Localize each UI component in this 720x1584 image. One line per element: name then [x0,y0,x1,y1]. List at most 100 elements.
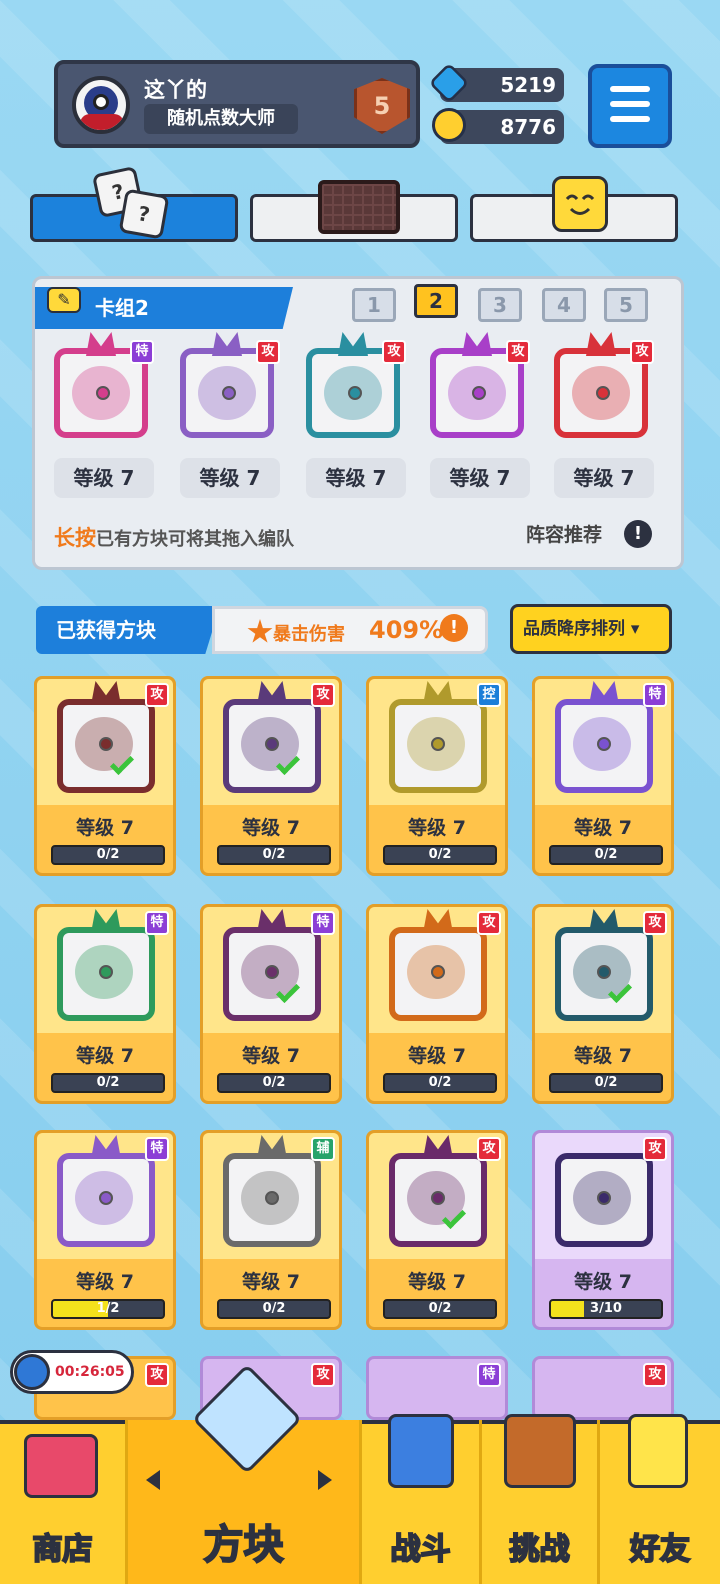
owned-block-card[interactable]: 特 等级 7 0/2 [34,904,176,1104]
stopwatch-icon [14,1354,50,1390]
board-grid-icon [318,180,400,234]
block-type-tag: 特 [145,911,169,935]
block-frame [57,699,155,793]
upgrade-progress-bar: 0/2 [217,1073,331,1093]
nav-challenge[interactable]: 挑战 [482,1414,600,1584]
nav-blocks[interactable]: 方块 [128,1363,362,1584]
block-level: 等级 7 [574,1045,632,1067]
nav-shop[interactable]: 商店 [0,1420,128,1584]
owned-block-card[interactable]: 攻 等级 7 0/2 [366,904,508,1104]
owned-block-card[interactable]: 攻 等级 7 0/2 [532,904,674,1104]
owned-block-card[interactable]: 特 等级 7 1/2 [34,1130,176,1330]
block-type-tag: 攻 [382,340,406,364]
upgrade-progress-bar: 0/2 [383,1299,497,1319]
block-frame [389,927,487,1021]
deck-card[interactable]: 攻 [426,332,530,442]
dragon-crest-icon [257,681,287,705]
block-type-tag: 特 [643,683,667,707]
block-frame [223,1153,321,1247]
profile-panel[interactable]: 这丫的 随机点数大师 5 [54,60,420,148]
prev-arrow-icon[interactable] [146,1470,160,1490]
friend-character-icon [628,1414,688,1488]
nav-friends[interactable]: 好友 [600,1414,720,1584]
owned-block-card[interactable]: 控 等级 7 0/2 [366,676,508,876]
owned-block-card[interactable]: 辅 等级 7 0/2 [200,1130,342,1330]
owned-block-card[interactable]: 攻 等级 7 3/10 [532,1130,674,1330]
block-frame [555,927,653,1021]
block-frame [555,699,653,793]
owned-block-card[interactable]: 攻 等级 7 0/2 [200,676,342,876]
dragon-crest-icon [423,1135,453,1159]
block-type-tag: 特 [477,1363,501,1387]
owned-block-card[interactable]: 攻 等级 7 0/2 [366,1130,508,1330]
player-name: 这丫的 [144,78,207,102]
block-frame [223,699,321,793]
lineup-recommend-link[interactable]: 阵容推荐 [526,520,602,547]
block-type-tag: 特 [130,340,154,364]
upgrade-progress-bar: 0/2 [217,1299,331,1319]
block-level: 等级 7 [574,817,632,839]
upgrade-progress-bar: 0/2 [51,845,165,865]
dragon-crest-icon [91,1135,121,1159]
block-type-tag: 攻 [477,911,501,935]
deck-tab-5[interactable]: 5 [604,288,648,322]
owned-blocks-title: 已获得方块 [36,606,220,654]
block-type-tag: 攻 [311,683,335,707]
owned-block-card[interactable]: 特 等级 7 0/2 [532,676,674,876]
avatar[interactable] [72,76,130,134]
crit-value: 409% [369,616,444,644]
rank-badge-icon: 5 [354,78,410,134]
block-frame [389,1153,487,1247]
block-type-tag: 攻 [256,340,280,364]
deck-card[interactable]: 攻 [550,332,654,442]
dragon-crest-icon [462,332,492,356]
dragon-crest-icon [86,332,116,356]
owned-block-card[interactable]: 攻 等级 7 0/2 [34,676,176,876]
deck-tab-3[interactable]: 3 [478,288,522,322]
block-level: 等级 7 [408,1045,466,1067]
next-arrow-icon[interactable] [318,1470,332,1490]
owned-block-card[interactable]: 攻 [532,1356,674,1420]
deck-tab-1[interactable]: 1 [352,288,396,322]
block-level: 等级 7 [408,1271,466,1293]
dragon-crest-icon [338,332,368,356]
block-type-tag: 特 [145,1137,169,1161]
sort-dropdown[interactable]: 品质降序排列 ▾ [510,604,672,654]
deck-card[interactable]: 特 [50,332,154,442]
owned-block-card[interactable]: 特 [366,1356,508,1420]
block-frame [223,927,321,1021]
nav-battle[interactable]: 战斗 [362,1414,482,1584]
dragon-crest-icon [212,332,242,356]
deck-tab-4[interactable]: 4 [542,288,586,322]
menu-button[interactable] [588,64,672,148]
dragon-crest-icon [91,909,121,933]
signpost-icon [504,1414,576,1488]
info-icon[interactable]: ! [624,520,652,548]
block-level: 等级 7 [242,817,300,839]
deck-card[interactable]: 攻 [176,332,280,442]
pencil-icon[interactable]: ✎ [47,287,81,313]
block-type-tag: 攻 [477,1137,501,1161]
block-type-tag: 控 [477,683,501,707]
shop-icon [24,1434,98,1498]
block-level: 等级 7 [76,1271,134,1293]
dragon-crest-icon [589,909,619,933]
block-type-tag: 攻 [643,1363,667,1387]
upgrade-progress-bar: 0/2 [549,1073,663,1093]
block-type-tag: 攻 [643,1137,667,1161]
block-type-tag: 攻 [643,911,667,935]
deck-card-level: 等级 7 [306,458,406,498]
deck-card[interactable]: 攻 [302,332,406,442]
block-level: 等级 7 [76,817,134,839]
block-frame [389,699,487,793]
block-type-tag: 攻 [145,683,169,707]
upgrade-progress-bar: 0/2 [383,845,497,865]
dragon-crest-icon [91,681,121,705]
block-type-tag: 攻 [145,1363,169,1387]
upgrade-progress-bar: 0/2 [549,845,663,865]
crit-info-icon[interactable]: ! [440,614,468,642]
deck-tab-2[interactable]: 2 [414,284,458,318]
block-level: 等级 7 [242,1045,300,1067]
owned-block-card[interactable]: 特 等级 7 0/2 [200,904,342,1104]
dragon-crest-icon [257,909,287,933]
